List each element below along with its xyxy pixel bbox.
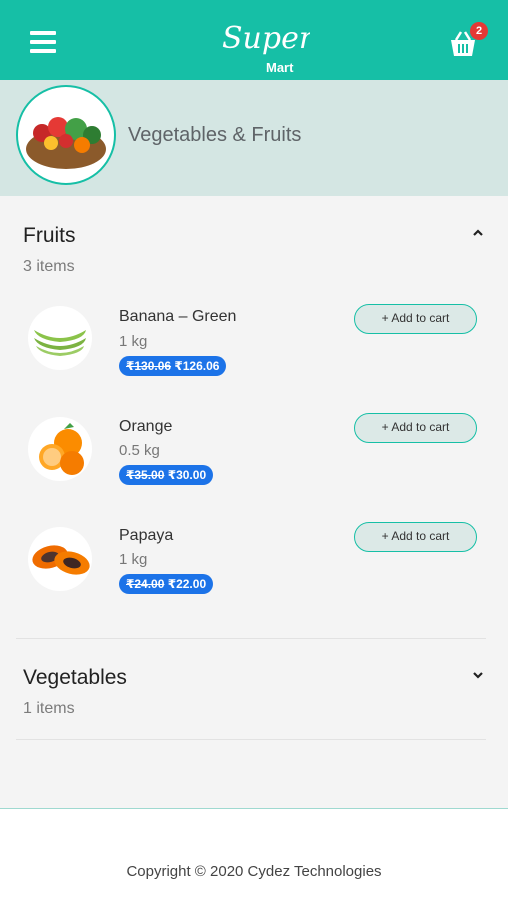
- add-to-cart-button[interactable]: + Add to cart: [354, 413, 477, 443]
- add-to-cart-button[interactable]: + Add to cart: [354, 304, 477, 334]
- copyright-text: Copyright © 2020 Cydez Technologies: [126, 863, 382, 880]
- original-price: ₹130.06: [126, 359, 172, 373]
- section-divider: [16, 739, 486, 740]
- section-title-vegetables[interactable]: Vegetables: [23, 666, 127, 690]
- product-quantity: 1 kg: [119, 551, 148, 568]
- original-price: ₹35.00: [126, 468, 165, 482]
- product-name: Orange: [119, 418, 173, 435]
- chevron-down-icon[interactable]: [469, 666, 487, 684]
- price-badge: ₹130.06 ₹126.06: [119, 356, 227, 376]
- banana-image: [28, 306, 92, 370]
- product-name: Papaya: [119, 527, 174, 544]
- chevron-up-icon[interactable]: [469, 224, 487, 242]
- orange-image: [28, 417, 92, 481]
- sale-price: ₹22.00: [167, 577, 207, 591]
- product-quantity: 1 kg: [119, 333, 148, 350]
- section-count-fruits: 3 items: [23, 258, 75, 275]
- footer: [0, 808, 508, 900]
- super-mart-logo: Super Mart: [222, 21, 310, 75]
- svg-text:Mart: Mart: [266, 60, 294, 75]
- price-badge: ₹24.00 ₹22.00: [119, 574, 214, 594]
- papaya-image: [28, 527, 92, 591]
- hamburger-menu-icon[interactable]: [30, 31, 56, 53]
- sale-price: ₹126.06: [174, 359, 220, 373]
- original-price: ₹24.00: [126, 577, 165, 591]
- sale-price: ₹30.00: [167, 468, 207, 482]
- price-badge: ₹35.00 ₹30.00: [119, 465, 214, 485]
- section-count-vegetables: 1 items: [23, 700, 75, 717]
- section-divider: [16, 638, 486, 639]
- add-to-cart-button[interactable]: + Add to cart: [354, 522, 477, 552]
- product-quantity: 0.5 kg: [119, 442, 160, 459]
- cart-count-badge: 2: [470, 22, 488, 40]
- product-name: Banana – Green: [119, 308, 237, 325]
- category-title: Vegetables & Fruits: [128, 124, 302, 146]
- section-title-fruits[interactable]: Fruits: [23, 224, 76, 248]
- svg-text:Super: Super: [222, 21, 310, 56]
- vegetables-fruits-basket-image: [16, 85, 116, 185]
